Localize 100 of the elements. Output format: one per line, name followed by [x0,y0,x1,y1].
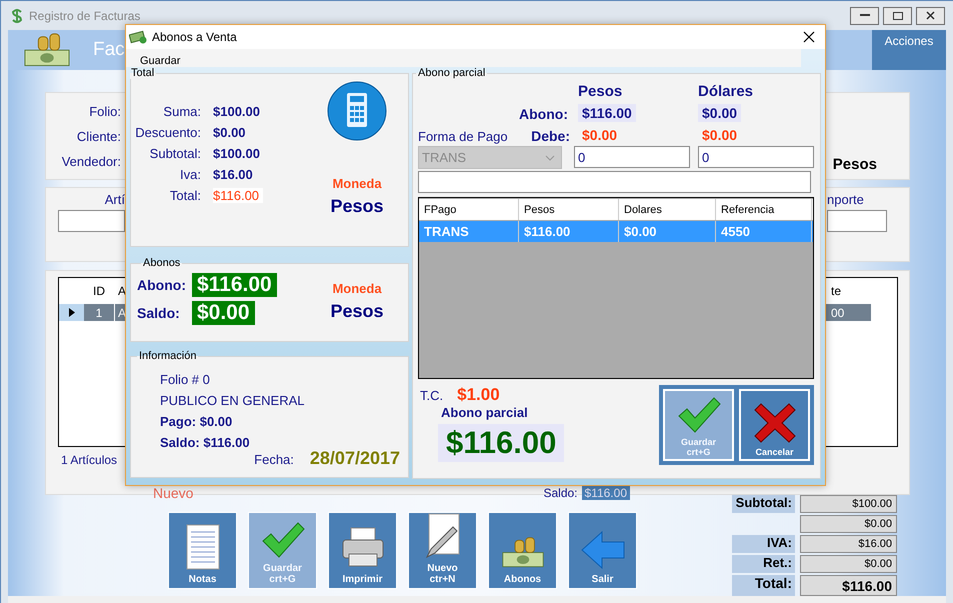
table-cell: TRANS [419,221,519,242]
column-header: Pesos [519,199,619,220]
group-title: Información [138,350,198,362]
summary-value: $0.00 [213,125,246,140]
reference-field[interactable] [418,171,811,193]
column-header: Referencia [716,199,812,220]
summary-label: Subtotal: [148,146,201,161]
status-text: Nuevo [153,485,194,501]
toolbar-button[interactable]: Abonos [488,512,557,589]
total-value: $100.00 [800,495,897,513]
maximize-icon [892,12,902,20]
summary-label: Total: [168,188,201,203]
currency-caption: Moneda [332,176,382,191]
abono-label: Abono: [519,106,569,122]
maximize-button[interactable] [883,6,912,24]
total-label: Ret.: [732,555,795,573]
caret-icon [545,154,555,160]
article-field[interactable] [58,210,125,232]
column-header: FPago [419,199,519,220]
debt-amount: $0.00 [701,126,738,144]
total-value: $0.00 [800,515,897,533]
amount-label: nporte [827,192,864,207]
summary-value: $100.00 [213,104,260,119]
saldo-value: $116.00 [582,486,630,500]
summary-value: $16.00 [213,167,253,182]
total-label: IVA: [732,535,795,553]
column-header: Dolares [619,199,716,220]
money-icon [129,30,147,44]
summary-value: $116.00 [213,188,264,203]
calculator-icon [327,81,387,141]
close-button[interactable] [916,6,945,24]
balance-text: Saldo: $116.00 [160,435,251,450]
exchange-rate-label: T.C. [420,388,444,403]
total-value: $16.00 [800,535,897,553]
group-title: Abonos [142,257,182,269]
summary-value: $100.00 [213,146,260,161]
cross-icon [752,402,796,444]
partial-amount: $116.00 [438,424,564,462]
menu-item[interactable]: Guardar [140,55,180,67]
summary-label: Iva: [179,167,201,182]
total-label: Subtotal: [732,495,795,513]
table-cell: 1 [84,304,115,321]
toolbar-button[interactable]: Nuevo ctr+N [408,512,477,589]
amount-field[interactable] [827,210,887,232]
summary-label: Descuento: [134,125,201,140]
saldo-amount: $0.00 [192,301,255,325]
minimize-icon [860,14,870,17]
table-cell: $116.00 [519,221,619,242]
minimize-button[interactable] [850,6,879,24]
saldo-label: Saldo: [137,305,181,321]
toolbar-button[interactable]: Salir [568,512,637,589]
date-label: Fecha: [254,452,294,467]
checkmark-icon [676,396,720,434]
row-pointer-icon [68,308,74,317]
dialog-title: Abonos a Venta [152,30,237,44]
saldo-label: Saldo: [543,486,578,500]
toolbar-button[interactable]: Notas [168,512,237,589]
group-title: Abono parcial [417,67,486,79]
currency-value: Pesos [330,196,384,217]
close-icon [926,11,935,20]
article-count: 1 Artículos [61,453,118,467]
table-cell: $0.00 [619,221,716,242]
summary-label: Suma: [162,104,201,119]
exchange-rate-value: $1.00 [457,385,500,405]
partial-label: Abono parcial [441,405,529,420]
debe-label: Debe: [531,128,570,144]
group-title: Total [130,67,156,79]
table-cell: 4550 [716,221,812,242]
arrow-icon [580,530,626,570]
article-label: Artí [104,192,125,207]
notepad-icon [184,524,222,570]
currency-caption: Moneda [332,281,382,296]
checkmark-icon [260,521,304,559]
close-button[interactable] [801,29,817,45]
total-value: $116.00 [800,575,897,596]
abono-amount: $116.00 [192,273,277,297]
field-label: Vendedor: [62,154,121,169]
dialog-button[interactable]: Cancelar [739,389,810,461]
date-value: 28/07/2017 [310,448,400,469]
toolbar-button[interactable]: Imprimir [328,512,397,589]
field-label: Folio: [89,104,121,119]
payment-text: Pago: $0.00 [160,414,234,429]
currency-label: Pesos [832,156,877,173]
window-title: Registro de Facturas [29,8,140,22]
folio-text: Folio # 0 [160,372,211,387]
column-header: Pesos [578,83,624,100]
field-label: Cliente: [76,129,121,144]
money-icon [500,534,544,570]
actions-button[interactable]: Acciones [872,30,946,70]
column-header: Dólares [698,83,754,100]
header-title: Fac [93,39,125,61]
debt-amount: $0.00 [581,126,618,144]
payment-method-label: Forma de Pago [418,129,508,144]
abono-amount: $116.00 [578,104,636,122]
dollar-icon [11,8,23,24]
amount-field[interactable]: 0 [574,146,690,168]
abono-amount: $0.00 [698,104,742,122]
total-value: $0.00 [800,555,897,573]
abono-label: Abono: [137,277,186,293]
amount-field[interactable]: 0 [698,146,814,168]
